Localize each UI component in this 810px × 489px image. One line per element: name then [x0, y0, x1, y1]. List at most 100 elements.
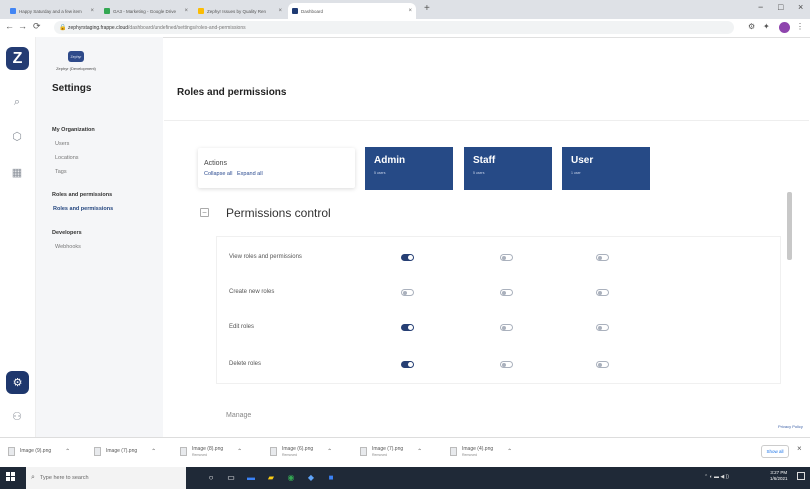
sidebar-item-webhooks[interactable]: Webhooks: [55, 244, 81, 250]
tab-title: Dashboard: [301, 8, 324, 14]
reload-icon[interactable]: ⟳: [33, 21, 41, 32]
maximize-button[interactable]: □: [778, 2, 783, 12]
download-filename: Image (9).png: [20, 448, 52, 454]
system-tray-icons[interactable]: ⌃ ◐ ▬ ◀ )): [704, 474, 729, 480]
tab-close-icon[interactable]: ×: [90, 8, 94, 14]
download-status: Removed: [462, 452, 477, 457]
role-user-count: 5 users: [473, 171, 485, 175]
tab-close-icon[interactable]: ×: [278, 8, 282, 14]
permission-toggle-staff[interactable]: [500, 324, 513, 331]
collapse-section-toggle[interactable]: −: [200, 208, 209, 217]
workspace-badge[interactable]: Zephyr: [68, 51, 84, 62]
page-scrollbar[interactable]: [787, 192, 792, 412]
permission-toggle-admin[interactable]: [401, 254, 414, 261]
page-title: Roles and permissions: [177, 87, 287, 98]
new-tab-button[interactable]: +: [424, 3, 430, 14]
minimize-button[interactable]: −: [758, 2, 763, 12]
permission-toggle-admin[interactable]: [401, 361, 414, 368]
taskbar-clock[interactable]: 3:27 PM 1/6/2021: [770, 470, 788, 483]
show-all-downloads-button[interactable]: Show all: [761, 445, 789, 458]
role-name: Admin: [374, 155, 406, 166]
cortana-icon[interactable]: ○: [205, 471, 217, 483]
edge-icon[interactable]: ◆: [305, 471, 317, 483]
permission-toggle-user[interactable]: [596, 254, 609, 261]
tab-favicon: [10, 8, 16, 14]
permission-toggle-staff[interactable]: [500, 361, 513, 368]
forward-icon[interactable]: →: [18, 21, 27, 31]
download-item[interactable]: Image (9).png ⌃: [8, 443, 70, 460]
file-explorer-icon[interactable]: ▰: [265, 471, 277, 483]
zephyr-logo[interactable]: Z: [6, 47, 29, 70]
file-icon: [270, 447, 277, 456]
expand-all-link[interactable]: Expand all: [237, 171, 263, 177]
download-item[interactable]: Image (6).png Removed ⌃: [270, 443, 332, 460]
sidebar-item-tags[interactable]: Tags: [55, 169, 67, 175]
chevron-up-icon[interactable]: ⌃: [417, 448, 422, 455]
chrome-icon[interactable]: ◉: [285, 471, 297, 483]
close-downloads-icon[interactable]: ×: [797, 444, 802, 453]
browser-tab-strip: Happy Saturday and a few item × GA3 - Ma…: [0, 0, 810, 19]
browser-tab[interactable]: Happy Saturday and a few item ×: [6, 3, 98, 19]
permission-label: View roles and permissions: [229, 254, 302, 260]
chevron-up-icon[interactable]: ⌃: [507, 448, 512, 455]
download-item[interactable]: Image (8).png Removed ⌃: [180, 443, 242, 460]
browser-menu-icon[interactable]: ⋮: [796, 22, 804, 31]
permission-toggle-user[interactable]: [596, 361, 609, 368]
sidebar-item-locations[interactable]: Locations: [55, 155, 79, 161]
organization-name: Zephyr (Development): [56, 66, 96, 71]
permission-toggle-admin[interactable]: [401, 289, 414, 296]
url-host: zephyrstaging.frappe.cloud: [68, 24, 129, 31]
scrollbar-thumb[interactable]: [787, 192, 792, 260]
download-status: Removed: [192, 452, 207, 457]
browser-tab[interactable]: Zephyr Issues by Quality Ren ×: [194, 3, 286, 19]
tab-favicon: [292, 8, 298, 14]
section-title-manage: Manage: [226, 412, 252, 419]
browser-tab[interactable]: GA3 - Marketing - Google Drive ×: [100, 3, 192, 19]
permission-toggle-admin[interactable]: [401, 324, 414, 331]
file-icon: [8, 447, 15, 456]
settings-gear-icon[interactable]: ⚙: [6, 371, 29, 394]
close-window-button[interactable]: ×: [798, 2, 803, 12]
task-view-icon[interactable]: ▭: [225, 471, 237, 483]
permission-toggle-staff[interactable]: [500, 289, 513, 296]
building-icon[interactable]: ▦: [9, 164, 25, 180]
mail-app-icon[interactable]: ▬: [245, 471, 257, 483]
tab-close-icon[interactable]: ×: [408, 8, 412, 14]
chevron-up-icon[interactable]: ⌃: [327, 448, 332, 455]
download-status: Removed: [282, 452, 297, 457]
cube-icon[interactable]: ⬡: [9, 128, 25, 144]
file-icon: [360, 447, 367, 456]
chevron-up-icon[interactable]: ⌃: [65, 448, 70, 455]
role-card-staff[interactable]: Staff 5 users: [464, 147, 552, 190]
chevron-up-icon[interactable]: ⌃: [151, 448, 156, 455]
sidebar-item-roles-and-permissions[interactable]: Roles and permissions: [53, 206, 113, 212]
role-card-user[interactable]: User 1 user: [562, 147, 650, 190]
download-item[interactable]: Image (7).png Removed ⌃: [360, 443, 422, 460]
tab-close-icon[interactable]: ×: [184, 8, 188, 14]
windows-start-icon[interactable]: [6, 472, 16, 482]
download-filename: Image (6).png: [282, 445, 314, 452]
download-filename: Image (7).png: [106, 448, 138, 454]
actions-card: Actions Collapse all Expand all: [198, 148, 355, 188]
url-bar[interactable]: 🔒 zephyrstaging.frappe.cloud/dashboard/u…: [54, 21, 734, 34]
download-item[interactable]: Image (7).png ⌃: [94, 443, 156, 460]
download-item[interactable]: Image (4).png Removed ⌃: [450, 443, 512, 460]
back-icon[interactable]: ←: [5, 21, 14, 31]
privacy-policy-link[interactable]: Privacy Policy: [778, 424, 803, 429]
extensions-icon[interactable]: ⚙: [748, 22, 755, 31]
user-icon[interactable]: ⚇: [9, 408, 25, 424]
permission-toggle-user[interactable]: [596, 289, 609, 296]
search-icon[interactable]: ⌕: [9, 94, 25, 110]
browser-tab-active[interactable]: Dashboard ×: [288, 3, 416, 19]
permission-toggle-staff[interactable]: [500, 254, 513, 261]
chevron-up-icon[interactable]: ⌃: [237, 448, 242, 455]
sidebar-item-users[interactable]: Users: [55, 141, 69, 147]
profile-avatar[interactable]: [779, 22, 790, 33]
taskbar-search-input[interactable]: ⌕ Type here to search: [26, 467, 186, 489]
app-icon[interactable]: ■: [325, 471, 337, 483]
permission-toggle-user[interactable]: [596, 324, 609, 331]
role-card-admin[interactable]: Admin 5 users: [365, 147, 453, 190]
collapse-all-link[interactable]: Collapse all: [204, 171, 232, 177]
notifications-icon[interactable]: [797, 472, 805, 480]
extension-puzzle-icon[interactable]: ✦: [763, 22, 770, 31]
